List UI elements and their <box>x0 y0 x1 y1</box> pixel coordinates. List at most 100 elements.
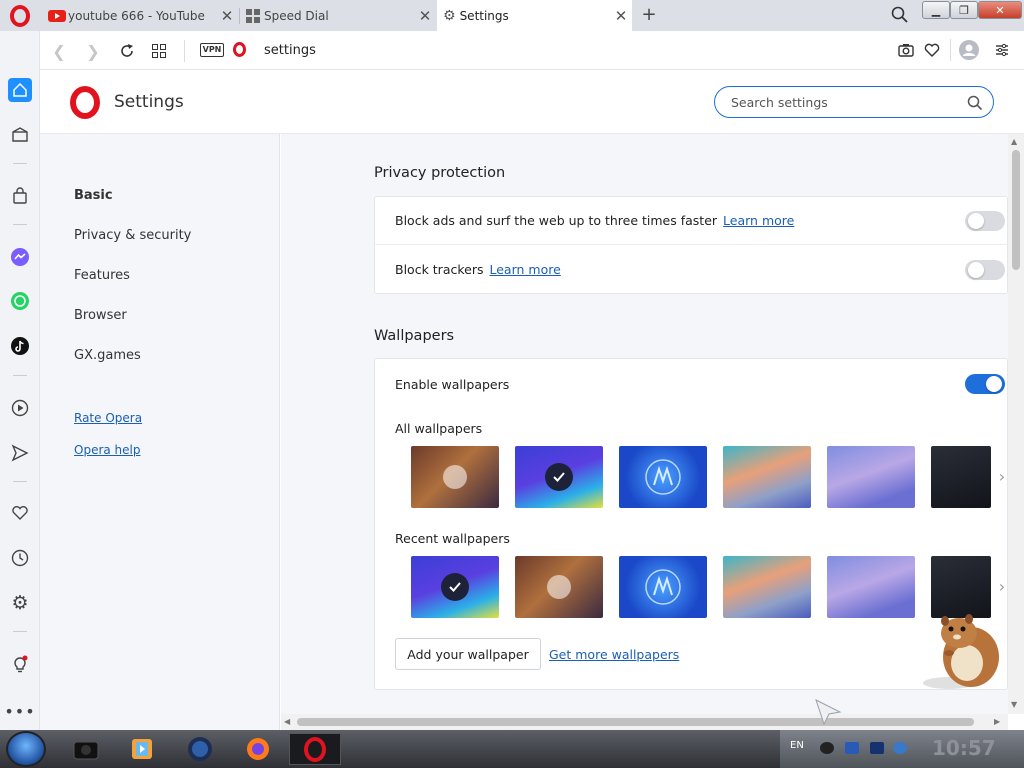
nav-features[interactable]: Features <box>74 268 130 283</box>
sidebar-player-button[interactable] <box>8 396 32 420</box>
block-ads-text: Block ads and surf the web up to three t… <box>395 213 718 228</box>
scroll-down-icon[interactable]: ▼ <box>1011 700 1017 709</box>
block-ads-toggle[interactable] <box>965 211 1005 231</box>
close-tab-icon[interactable]: ✕ <box>414 7 436 25</box>
address-text[interactable]: settings <box>264 43 316 58</box>
all-wallpapers-label: All wallpapers <box>395 421 483 436</box>
opera-menu-button[interactable] <box>0 0 40 31</box>
wallpaper-thumbnail[interactable] <box>827 446 915 508</box>
forward-button[interactable]: ❯ <box>82 40 104 62</box>
vertical-scrollbar[interactable]: ▲ ▼ <box>1008 134 1024 714</box>
opera-m-logo-icon <box>645 569 681 605</box>
hamster-mascot-icon <box>923 614 999 689</box>
tray-shield-icon[interactable] <box>845 742 859 754</box>
sidebar-tips-button[interactable] <box>8 652 32 676</box>
search-icon[interactable] <box>967 95 983 111</box>
learn-more-link[interactable]: Learn more <box>723 213 794 228</box>
taskbar-app-camera[interactable] <box>64 733 108 765</box>
camera-icon[interactable] <box>898 42 914 58</box>
sidebar-more-button[interactable]: ••• <box>4 699 34 723</box>
search-input[interactable] <box>731 93 951 111</box>
taskbar-app-media[interactable] <box>120 733 164 765</box>
scroll-left-icon[interactable]: ◀ <box>284 717 290 726</box>
check-icon <box>545 463 573 491</box>
scroll-right-icon[interactable]: › <box>995 577 1008 597</box>
wallpaper-thumbnail-selected[interactable] <box>411 556 499 618</box>
lightbulb-icon <box>14 655 28 673</box>
sidebar-send-button[interactable] <box>8 441 32 465</box>
start-button[interactable] <box>6 731 46 767</box>
sidebar-whatsapp-button[interactable] <box>8 289 32 313</box>
clock[interactable]: 10:57 <box>932 736 996 760</box>
close-tab-icon[interactable]: ✕ <box>216 7 238 25</box>
block-trackers-toggle[interactable] <box>965 260 1005 280</box>
wallpaper-thumbnail[interactable] <box>931 446 991 508</box>
sidebar-bookmarks-button[interactable] <box>8 123 32 147</box>
close-window-button[interactable]: ✕ <box>978 1 1022 19</box>
wallpaper-thumbnail[interactable] <box>619 556 707 618</box>
sidebar: ⚙ ••• <box>0 31 40 730</box>
heart-icon[interactable] <box>924 42 940 58</box>
profile-avatar-icon[interactable] <box>959 40 979 60</box>
vpn-badge[interactable]: VPN <box>200 43 224 57</box>
wallpaper-thumbnail[interactable] <box>827 556 915 618</box>
new-tab-button[interactable]: + <box>638 4 660 26</box>
easy-setup-icon[interactable] <box>995 43 1009 57</box>
nav-basic[interactable]: Basic <box>74 188 113 203</box>
minimize-button[interactable]: ▁ <box>922 1 950 19</box>
rate-opera-link[interactable]: Rate Opera <box>74 411 142 425</box>
wallpaper-thumbnail-selected[interactable] <box>515 446 603 508</box>
sidebar-messenger-button[interactable] <box>8 245 32 269</box>
tray-monitor-icon[interactable] <box>870 742 884 754</box>
wallpaper-thumbnail[interactable] <box>619 446 707 508</box>
block-ads-label: Block ads and surf the web up to three t… <box>395 213 794 228</box>
tray-app-icon[interactable] <box>820 742 834 754</box>
wallpaper-thumbnail[interactable] <box>723 556 811 618</box>
speed-dial-icon <box>246 8 260 23</box>
horizontal-scrollbar[interactable]: ◀ ▶ <box>281 714 1008 730</box>
back-button[interactable]: ❮ <box>48 40 70 62</box>
maximize-button[interactable]: ❐ <box>950 1 978 19</box>
horizontal-scrollbar-thumb[interactable] <box>297 718 974 726</box>
tab-grid-button[interactable] <box>148 40 170 62</box>
sidebar-history-button[interactable] <box>8 546 32 570</box>
close-tab-icon[interactable]: ✕ <box>610 7 632 25</box>
tray-network-icon[interactable] <box>893 742 907 754</box>
nav-gx-games[interactable]: GX.games <box>74 348 141 363</box>
add-wallpaper-button[interactable]: Add your wallpaper <box>395 638 541 670</box>
enable-wallpapers-toggle[interactable] <box>965 374 1005 394</box>
nav-browser[interactable]: Browser <box>74 308 127 323</box>
sidebar-favorites-button[interactable] <box>8 501 32 525</box>
reload-button[interactable] <box>116 40 138 62</box>
sidebar-tiktok-button[interactable] <box>8 334 32 358</box>
privacy-card: Block ads and surf the web up to three t… <box>374 196 1008 294</box>
tab-speed-dial[interactable]: Speed Dial ✕ <box>240 0 436 31</box>
get-more-wallpapers-link[interactable]: Get more wallpapers <box>549 647 679 662</box>
language-indicator[interactable]: EN <box>790 740 804 751</box>
scroll-right-icon[interactable]: › <box>995 467 1008 487</box>
tab-search-icon[interactable] <box>890 5 910 25</box>
wallpaper-thumbnail[interactable] <box>723 446 811 508</box>
wallpaper-thumbnail[interactable] <box>411 446 499 508</box>
learn-more-link[interactable]: Learn more <box>490 262 561 277</box>
taskbar-app-firefox[interactable] <box>236 733 280 765</box>
sidebar-settings-button[interactable]: ⚙ <box>8 591 32 615</box>
shopping-bag-icon <box>13 187 27 204</box>
opera-help-link[interactable]: Opera help <box>74 443 141 457</box>
taskbar-app-globe[interactable] <box>178 733 222 765</box>
tab-youtube[interactable]: youtube 666 - YouTube ✕ <box>42 0 238 31</box>
block-trackers-text: Block trackers <box>395 262 484 277</box>
play-icon <box>547 575 571 599</box>
firefox-icon <box>247 738 269 760</box>
search-settings-box[interactable] <box>714 86 994 118</box>
sidebar-home-button[interactable] <box>8 78 32 102</box>
row-divider <box>375 244 1008 245</box>
nav-privacy-security[interactable]: Privacy & security <box>74 228 191 243</box>
vertical-scrollbar-thumb[interactable] <box>1012 150 1020 270</box>
sidebar-shopping-button[interactable] <box>8 184 32 208</box>
scroll-up-icon[interactable]: ▲ <box>1011 137 1017 146</box>
taskbar-app-opera[interactable] <box>289 733 341 765</box>
tab-settings[interactable]: ⚙ Settings ✕ <box>437 0 632 31</box>
wallpaper-thumbnail[interactable] <box>515 556 603 618</box>
scroll-right-icon[interactable]: ▶ <box>994 717 1000 726</box>
